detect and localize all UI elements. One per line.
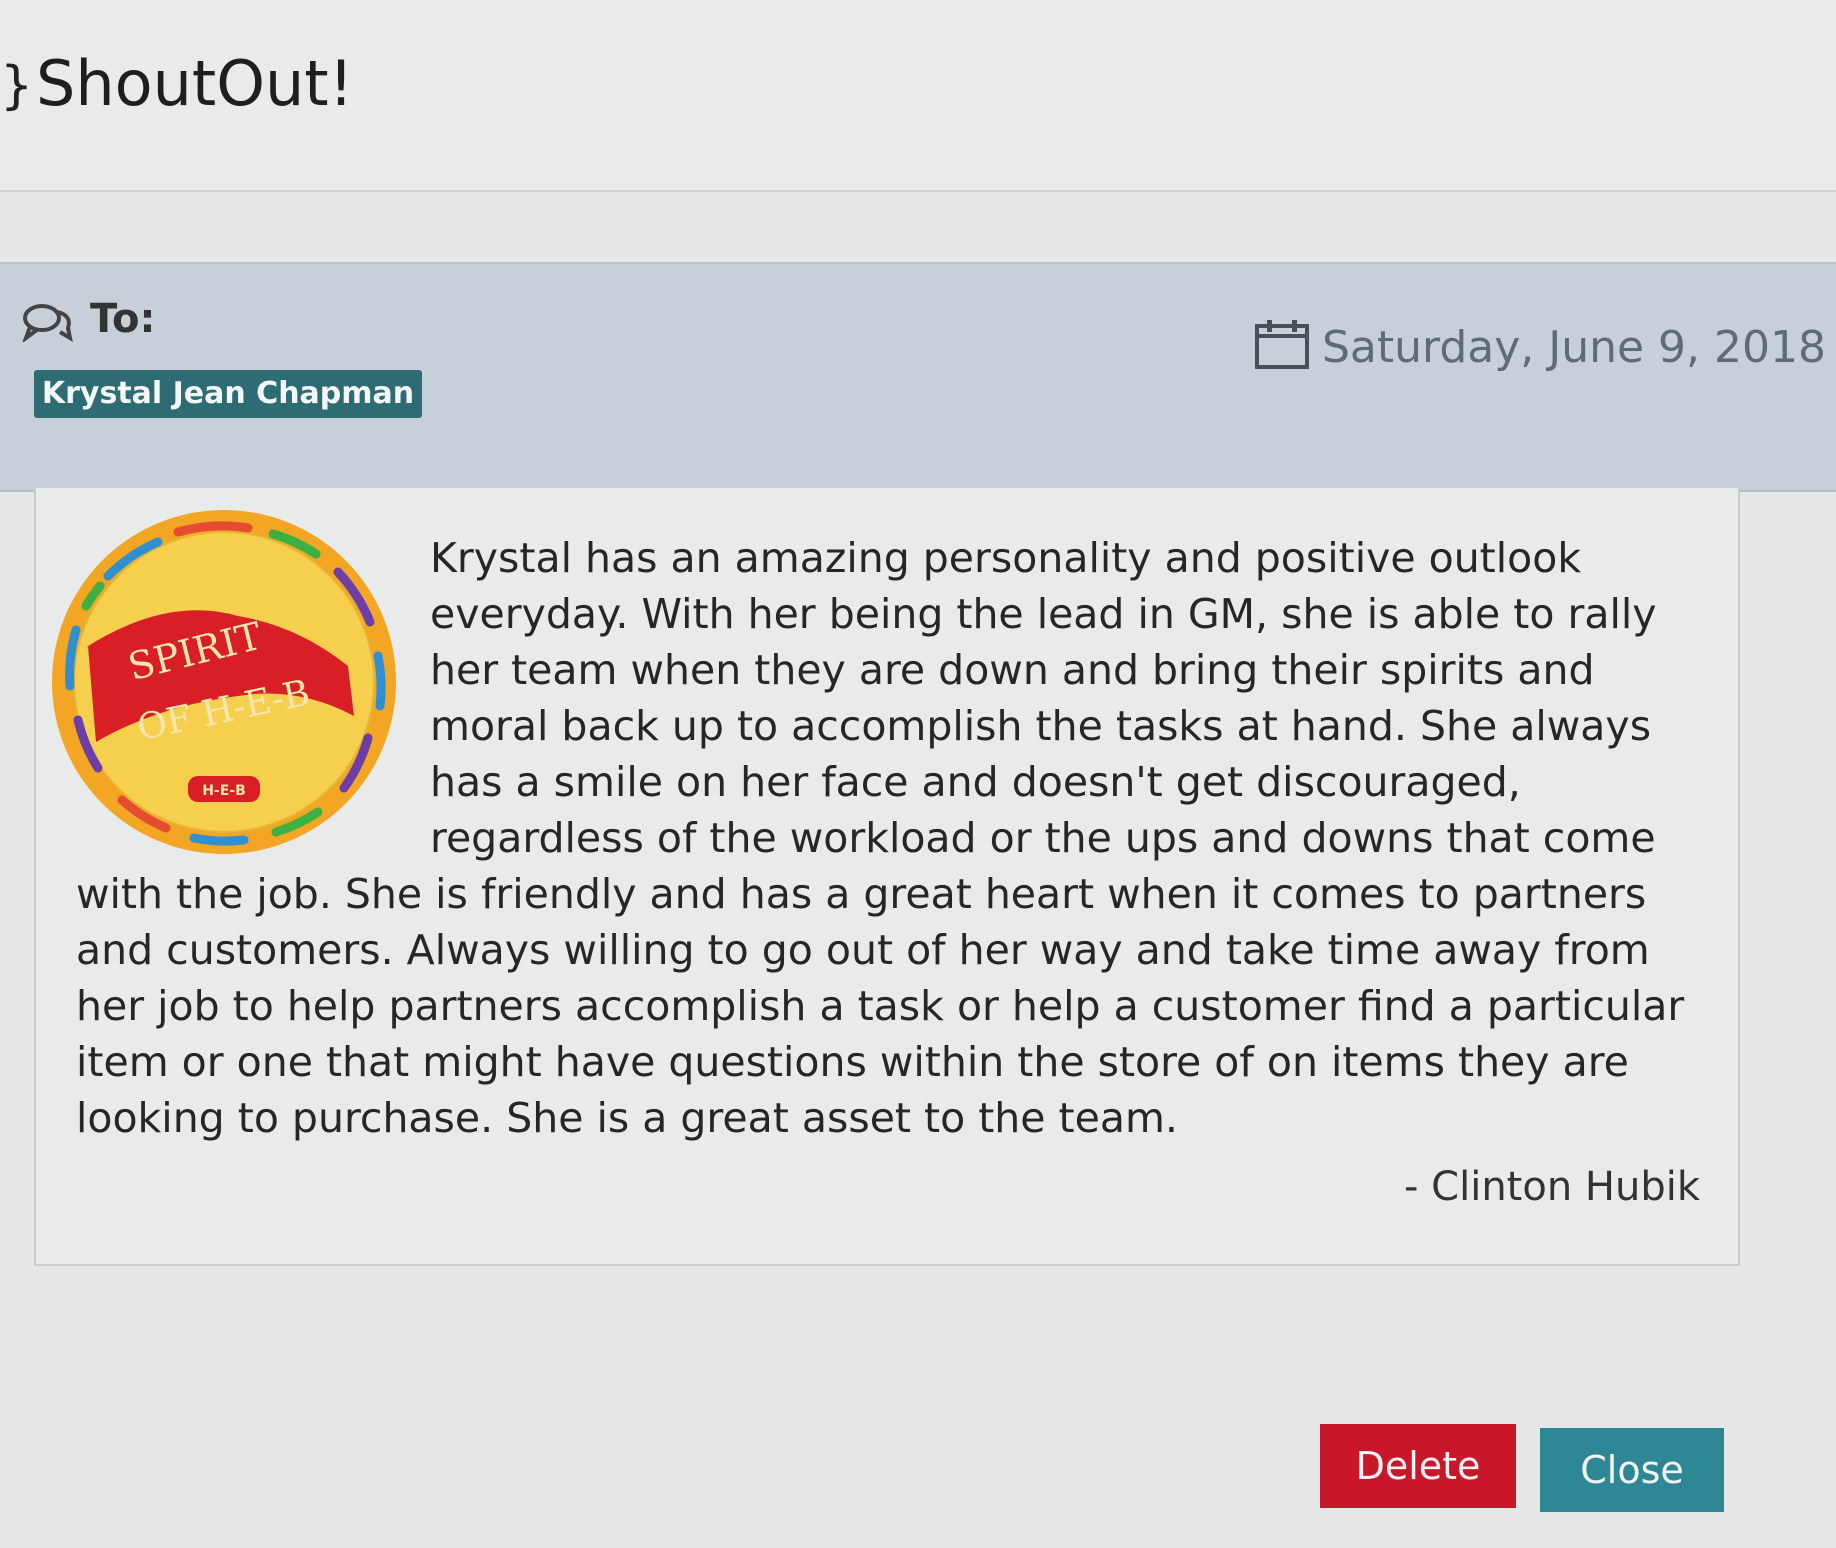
shoutout-modal: } ShoutOut! To: Krystal Jean Chapman Sat…: [0, 0, 1836, 1548]
recipient-badge: Krystal Jean Chapman: [34, 370, 422, 418]
calendar-icon: [1255, 320, 1309, 369]
delete-button[interactable]: Delete: [1320, 1424, 1516, 1508]
to-label: To:: [90, 296, 156, 342]
modal-header: } ShoutOut!: [0, 0, 1836, 192]
close-button[interactable]: Close: [1540, 1428, 1724, 1512]
shoutout-date: Saturday, June 9, 2018: [1322, 322, 1827, 373]
modal-title: ShoutOut!: [36, 47, 354, 120]
trophy-icon: }: [0, 56, 34, 116]
signature: - Clinton Hubik: [1404, 1164, 1700, 1210]
message-body: Krystal has an amazing personality and p…: [76, 530, 1716, 1146]
chat-bubbles-icon: [22, 304, 73, 342]
